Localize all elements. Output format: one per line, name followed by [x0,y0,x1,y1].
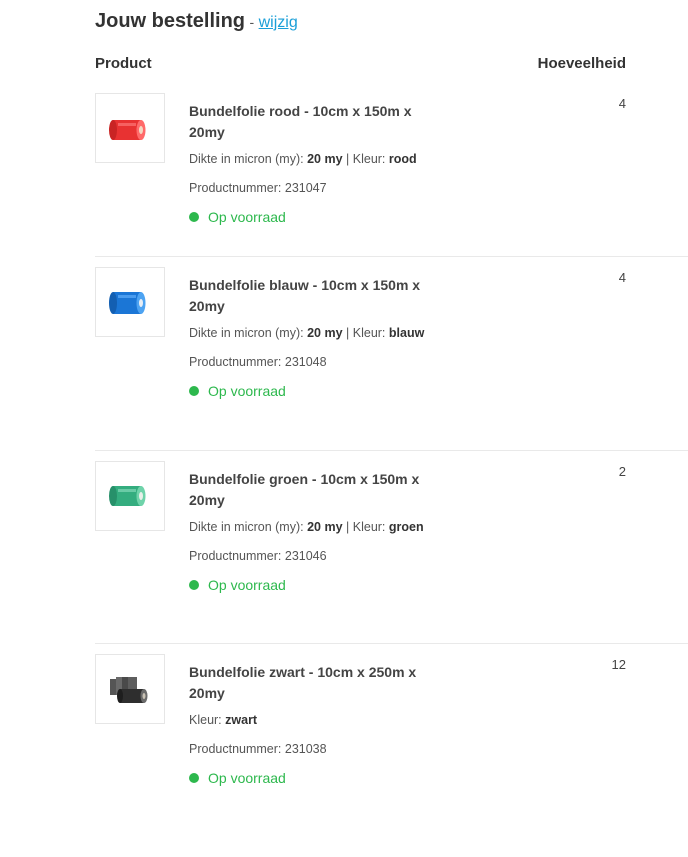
green-film-roll-icon [109,486,146,506]
product-spec: Dikte in micron (my): 20 my | Kleur: roo… [189,152,417,166]
stock-dot-icon [189,580,199,590]
product-name[interactable]: Bundelfolie zwart - 10cm x 250m x 20my [189,662,429,704]
item-divider [95,450,688,451]
product-sku: Productnummer: 231038 [189,742,327,756]
product-name[interactable]: Bundelfolie groen - 10cm x 150m x 20my [189,469,429,511]
stock-dot-icon [189,773,199,783]
product-image[interactable] [95,93,165,163]
product-image[interactable] [95,654,165,724]
item-divider [95,256,688,257]
product-sku: Productnummer: 231046 [189,549,327,563]
title-separator: - [249,14,255,30]
stock-status: Op voorraad [189,208,429,226]
black-film-rolls-icon [110,677,148,703]
column-header-product: Product [95,55,152,72]
product-spec: Dikte in micron (my): 20 my | Kleur: gro… [189,520,424,534]
product-spec: Kleur: zwart [189,713,258,727]
product-image[interactable] [95,267,165,337]
product-spec: Dikte in micron (my): 20 my | Kleur: bla… [189,326,425,340]
item-divider [95,643,688,644]
edit-order-link[interactable]: wijzig [259,14,298,31]
order-header: Jouw bestelling - wijzig [95,10,298,33]
blue-film-roll-icon [109,292,146,314]
item-quantity: 2 [618,464,626,479]
column-header-quantity: Hoeveelheid [537,55,626,72]
order-item: Bundelfolie blauw - 10cm x 150m x 20my D… [95,256,688,446]
product-image[interactable] [95,461,165,531]
red-film-roll-icon [109,120,146,140]
stock-dot-icon [189,212,199,222]
stock-status: Op voorraad [189,382,429,400]
order-item: Bundelfolie groen - 10cm x 150m x 20my D… [95,450,688,640]
product-sku: Productnummer: 231047 [189,181,327,195]
order-item: Bundelfolie zwart - 10cm x 250m x 20my K… [95,643,688,833]
item-quantity: 4 [618,270,626,285]
page-title: Jouw bestelling [95,10,246,32]
stock-dot-icon [189,386,199,396]
stock-status: Op voorraad [189,769,429,787]
item-quantity: 4 [618,96,626,111]
product-name[interactable]: Bundelfolie rood - 10cm x 150m x 20my [189,101,429,143]
product-name[interactable]: Bundelfolie blauw - 10cm x 150m x 20my [189,275,429,317]
item-quantity: 12 [611,657,626,672]
order-item: Bundelfolie rood - 10cm x 150m x 20my Di… [95,93,688,283]
stock-status: Op voorraad [189,576,429,594]
product-sku: Productnummer: 231048 [189,355,327,369]
